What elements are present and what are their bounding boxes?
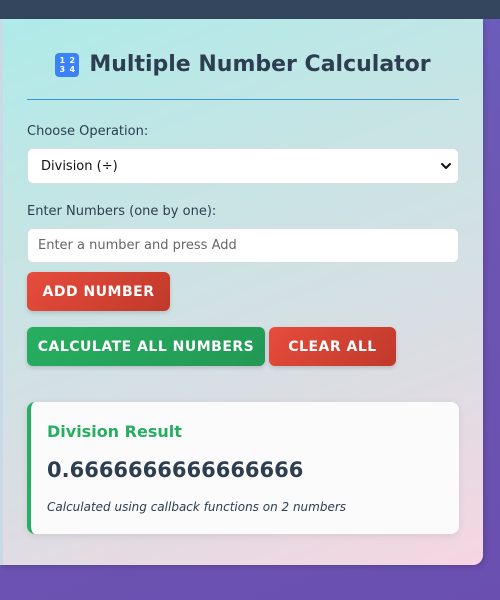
icon-digit: 2: [69, 55, 76, 65]
result-value: 0.6666666666666666: [47, 458, 304, 482]
result-note: Calculated using callback functions on 2…: [47, 500, 347, 514]
icon-digit: 1: [59, 55, 66, 65]
add-number-button[interactable]: ADD NUMBER: [27, 272, 170, 311]
title-divider: [27, 99, 459, 100]
chevron-down-icon: [441, 163, 451, 169]
input-numbers-icon: 1234: [55, 52, 80, 77]
top-bar: [0, 0, 500, 19]
operation-label: Choose Operation:: [27, 124, 149, 139]
clear-all-button[interactable]: CLEAR ALL: [269, 327, 396, 366]
operation-selected-value: Division (÷): [41, 158, 118, 174]
number-input[interactable]: [27, 228, 459, 263]
page-title: 1234 Multiple Number Calculator: [27, 52, 459, 77]
card-left-edge: [0, 19, 3, 565]
operation-select[interactable]: Division (÷): [27, 148, 459, 184]
page-title-text: Multiple Number Calculator: [89, 52, 431, 77]
calculate-all-button[interactable]: CALCULATE ALL NUMBERS: [27, 327, 265, 366]
numbers-label: Enter Numbers (one by one):: [27, 204, 217, 219]
result-card: Division Result 0.6666666666666666 Calcu…: [27, 402, 459, 534]
icon-digit: 4: [69, 64, 76, 74]
result-title: Division Result: [47, 422, 182, 441]
icon-digit: 3: [59, 64, 66, 74]
